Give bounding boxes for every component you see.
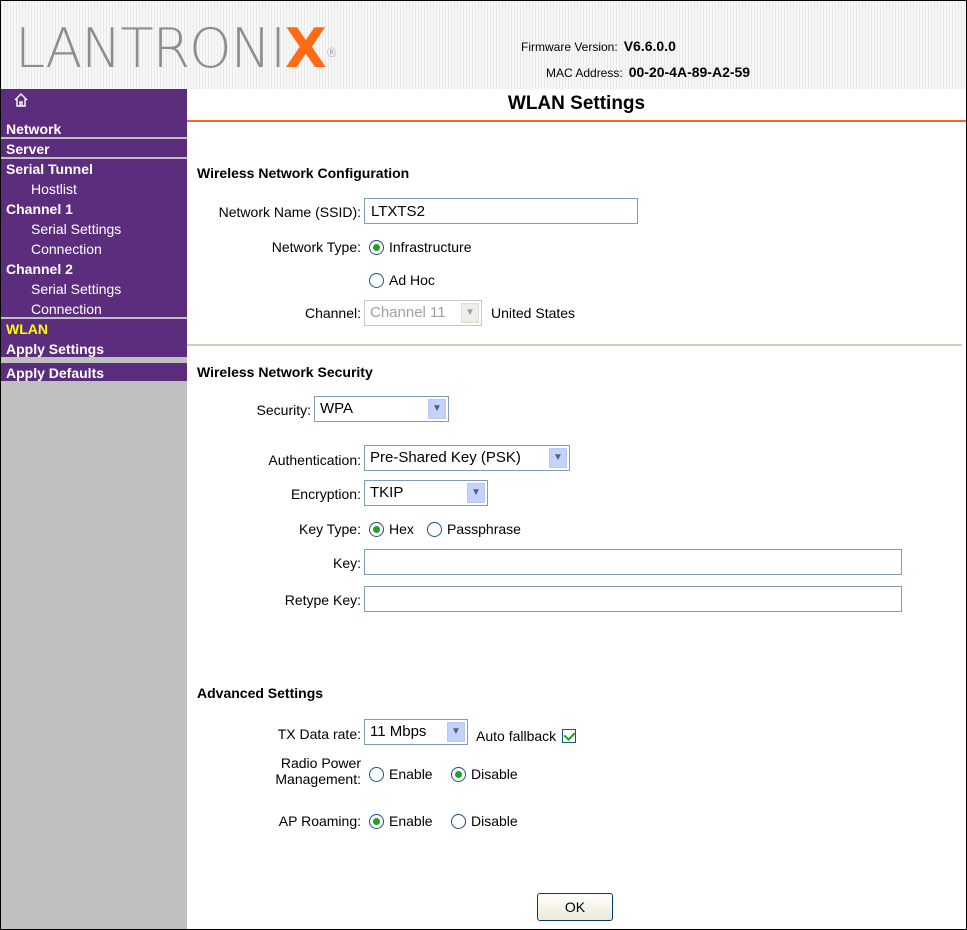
ok-button[interactable]: OK [537,893,613,921]
page-title: WLAN Settings [187,89,966,122]
browser-page: LANTRONIX® Firmware Version: V6.6.0.0 MAC… [0,0,967,930]
radio-power-enable-label: Enable [389,766,433,782]
chevron-down-icon[interactable]: ▼ [549,448,567,468]
channel-value: Channel 11 [370,304,446,321]
infrastructure-label: Infrastructure [389,239,472,255]
network-type-label: Network Type: [271,239,361,255]
sidebar-item-channel-2[interactable]: Channel 2 [1,259,187,279]
hex-label: Hex [389,521,414,537]
adhoc-radio[interactable]: Ad Hoc [369,272,435,288]
section-divider [187,344,962,346]
firmware-version: Firmware Version: V6.6.0.0 [521,38,676,54]
key-type-label: Key Type: [298,521,361,537]
chevron-down-icon[interactable]: ▼ [467,483,485,503]
chevron-down-icon[interactable]: ▼ [428,399,446,419]
tx-rate-value: 11 Mbps [370,723,427,740]
ap-roaming-enable-label: Enable [389,813,433,829]
wireless-config-title: Wireless Network Configuration [197,165,410,181]
authentication-label: Authentication: [268,452,361,468]
sidebar-item-apply-defaults[interactable]: Apply Defaults [1,363,187,383]
sidebar-nav: Network Server Serial Tunnel Hostlist Ch… [1,89,187,929]
sidebar-item-server[interactable]: Server [1,139,187,159]
sidebar-item-wlan[interactable]: WLAN [1,319,187,339]
sidebar-item-serial-tunnel[interactable]: Serial Tunnel [1,159,187,179]
radio-power-disable-radio[interactable]: Disable [451,766,518,782]
authentication-select[interactable]: Pre-Shared Key (PSK) ▼ [364,445,570,471]
sidebar-item-apply-settings[interactable]: Apply Settings [1,339,187,359]
radio-power-enable-radio[interactable]: Enable [369,766,433,782]
sidebar-item-channel-1-connection[interactable]: Connection [1,239,187,259]
retype-key-label: Retype Key: [284,592,361,608]
sidebar-item-channel-2-serial-settings[interactable]: Serial Settings [1,279,187,299]
sidebar-item-network[interactable]: Network [1,119,187,139]
encryption-label: Encryption: [290,486,361,502]
radio-unselected-icon[interactable] [369,272,384,288]
radio-selected-icon[interactable] [369,521,384,537]
passphrase-radio[interactable]: Passphrase [427,521,521,537]
mac-value: 00-20-4A-89-A2-59 [628,64,751,80]
chevron-down-icon: ▼ [461,303,479,323]
lantronix-logo: LANTRONIX® [15,17,338,80]
mac-label: MAC Address: [546,66,623,80]
radio-unselected-icon[interactable] [451,813,466,829]
region-text: United States [491,305,576,321]
key-input[interactable] [364,549,902,575]
authentication-value: Pre-Shared Key (PSK) [370,449,521,466]
checkbox-checked-icon[interactable] [562,729,577,743]
firmware-value: V6.6.0.0 [623,38,676,54]
home-icon[interactable] [13,93,29,112]
channel-select: Channel 11 ▼ [364,300,482,326]
radio-selected-icon[interactable] [451,766,466,782]
firmware-label: Firmware Version: [521,40,618,54]
radio-unselected-icon[interactable] [427,521,442,537]
ap-roaming-disable-label: Disable [471,813,518,829]
wireless-security-title: Wireless Network Security [197,364,373,380]
ssid-input[interactable] [364,198,638,224]
auto-fallback-label: Auto fallback [476,728,557,744]
infrastructure-radio[interactable]: Infrastructure [369,239,471,255]
security-select[interactable]: WPA ▼ [314,396,449,422]
ssid-label: Network Name (SSID): [218,204,361,220]
adhoc-label: Ad Hoc [389,272,435,288]
advanced-settings-title: Advanced Settings [197,685,324,701]
key-label: Key: [332,555,361,571]
encryption-select[interactable]: TKIP ▼ [364,480,488,506]
auto-fallback-checkbox[interactable]: Auto fallback [476,728,577,744]
radio-power-disable-label: Disable [471,766,518,782]
hex-radio[interactable]: Hex [369,521,414,537]
security-value: WPA [320,400,354,417]
home-link[interactable] [1,89,187,119]
main-content: WLAN Settings Wireless Network Configura… [187,89,966,929]
mac-address: MAC Address: 00-20-4A-89-A2-59 [546,64,750,80]
channel-label: Channel: [304,305,361,321]
radio-power-label-line1: Radio Power [280,755,361,771]
encryption-value: TKIP [370,484,404,501]
security-label: Security: [256,402,311,418]
sidebar-item-channel-1-serial-settings[interactable]: Serial Settings [1,219,187,239]
radio-unselected-icon[interactable] [369,766,384,782]
sidebar-item-channel-1[interactable]: Channel 1 [1,199,187,219]
radio-power-label-line2: Management: [275,771,361,787]
ap-roaming-enable-radio[interactable]: Enable [369,813,433,829]
tx-rate-select[interactable]: 11 Mbps ▼ [364,719,468,745]
header-banner: LANTRONIX® Firmware Version: V6.6.0.0 MAC… [1,1,966,89]
sidebar-item-channel-2-connection[interactable]: Connection [1,299,187,319]
ap-roaming-disable-radio[interactable]: Disable [451,813,518,829]
retype-key-input[interactable] [364,586,902,612]
ap-roaming-label: AP Roaming: [278,813,361,829]
radio-selected-icon[interactable] [369,813,384,829]
tx-rate-label: TX Data rate: [277,726,361,742]
passphrase-label: Passphrase [447,521,521,537]
radio-power-label: Radio Power Management: [275,755,361,787]
sidebar-item-hostlist[interactable]: Hostlist [1,179,187,199]
radio-selected-icon[interactable] [369,239,384,255]
chevron-down-icon[interactable]: ▼ [447,722,465,742]
